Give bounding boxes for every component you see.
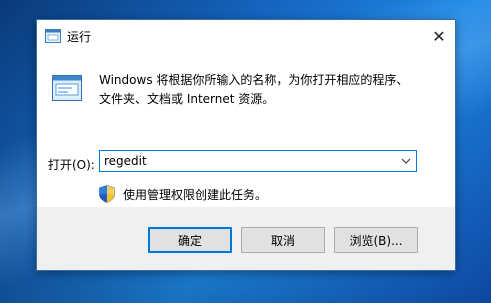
run-icon — [52, 75, 82, 101]
chevron-down-icon[interactable] — [400, 155, 412, 167]
close-icon: ✕ — [432, 26, 446, 46]
open-input[interactable] — [104, 153, 384, 169]
ok-button[interactable]: 确定 — [148, 227, 232, 253]
window-title: 运行 — [67, 30, 92, 44]
description-line: Windows 将根据你所输入的名称，为你打开相应的程序、 — [99, 73, 409, 87]
close-button[interactable]: ✕ — [423, 20, 455, 52]
uac-shield-icon — [99, 185, 115, 203]
dialog-content: Windows 将根据你所输入的名称，为你打开相应的程序、 文件夹、文档或 In… — [37, 52, 455, 207]
open-label: 打开(O): — [48, 158, 95, 172]
admin-note-text: 使用管理权限创建此任务。 — [123, 188, 268, 202]
run-icon — [45, 29, 61, 43]
cancel-button[interactable]: 取消 — [241, 227, 325, 253]
button-bar: 确定 取消 浏览(B)... — [37, 207, 455, 270]
open-combobox[interactable] — [99, 150, 417, 172]
run-description: Windows 将根据你所输入的名称，为你打开相应的程序、 文件夹、文档或 In… — [99, 71, 439, 109]
browse-button[interactable]: 浏览(B)... — [334, 227, 418, 253]
run-dialog: 运行 ✕ Windows 将根据你所输入的名称，为你打开相应的程序、 文件夹、文… — [37, 20, 455, 270]
title-bar[interactable]: 运行 ✕ — [37, 20, 455, 52]
description-line: 文件夹、文档或 Internet 资源。 — [99, 92, 275, 106]
